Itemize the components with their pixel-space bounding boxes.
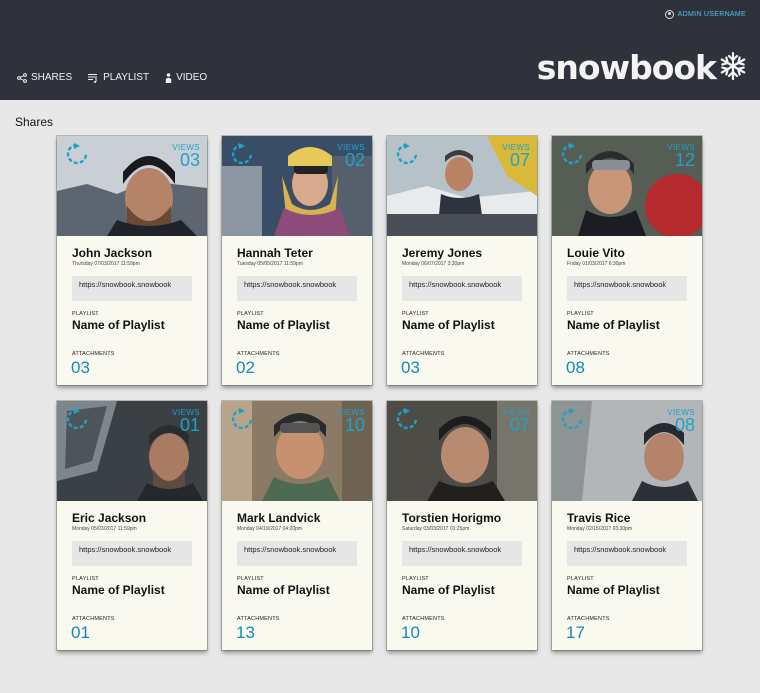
share-card[interactable]: VIEWS 08 Travis Rice Monday 02/15/2017 0…: [552, 401, 702, 650]
share-date: Monday 06/07/2017 3:30pm: [402, 261, 465, 267]
playlist-label: PLAYLIST: [72, 576, 99, 582]
playlist-name[interactable]: Name of Playlist: [237, 318, 330, 332]
admin-username: ADMIN USERNAME: [677, 11, 746, 18]
user-icon: [664, 10, 674, 19]
attachments-count: 17: [566, 623, 585, 642]
views-count: 02: [344, 150, 365, 170]
nav-playlist[interactable]: PLAYLIST: [88, 72, 149, 83]
attachments-count: 03: [71, 358, 90, 377]
nav-shares-label: SHARES: [31, 72, 73, 83]
playlist-name[interactable]: Name of Playlist: [402, 583, 495, 597]
attachments-label: ATTACHMENTS: [237, 351, 280, 357]
attachments-label: ATTACHMENTS: [567, 351, 610, 357]
playlist-label: PLAYLIST: [237, 311, 264, 317]
playlist-icon: [88, 73, 99, 83]
athlete-name: Eric Jackson: [72, 511, 147, 525]
nav-video-label: VIDEO: [176, 72, 208, 83]
share-card[interactable]: VIEWS 10 Mark Landvick Monday 04/19/2017…: [222, 401, 372, 650]
share-url-field[interactable]: https://snowbook.snowbook: [237, 276, 357, 301]
share-url-field[interactable]: https://snowbook.snowbook: [567, 541, 687, 566]
views-count: 10: [344, 415, 365, 435]
refresh-icon[interactable]: [66, 408, 88, 435]
playlist-label: PLAYLIST: [567, 576, 594, 582]
athlete-name: Travis Rice: [567, 511, 631, 525]
attachments-label: ATTACHMENTS: [402, 616, 445, 622]
playlist-name[interactable]: Name of Playlist: [237, 583, 330, 597]
share-card[interactable]: VIEWS 07 Jeremy Jones Monday 06/07/2017 …: [387, 136, 537, 385]
share-date: Saturday 03/03/2017 01:25pm: [402, 526, 470, 532]
share-card[interactable]: VIEWS 02 Hannah Teter Tuesday 05/05/2017…: [222, 136, 372, 385]
views-count: 01: [179, 415, 200, 435]
nav-video[interactable]: VIDEO: [165, 72, 207, 83]
refresh-icon[interactable]: [231, 143, 253, 170]
attachments-count: 03: [401, 358, 420, 377]
attachments-count: 01: [71, 623, 90, 642]
attachments-count: 08: [566, 358, 585, 377]
athlete-name: Torstien Horigmo: [402, 511, 502, 525]
attachments-count: 02: [236, 358, 255, 377]
shares-grid: VIEWS 03 John Jackson Thursday 07/03/201…: [57, 136, 702, 650]
top-bar: ADMIN USERNAME SHARES PLAYLIST VIDEO sno…: [0, 0, 760, 100]
refresh-icon[interactable]: [231, 408, 253, 435]
views-count: 07: [509, 415, 530, 435]
playlist-name[interactable]: Name of Playlist: [567, 318, 660, 332]
playlist-label: PLAYLIST: [567, 311, 594, 317]
attachments-label: ATTACHMENTS: [402, 351, 445, 357]
attachments-label: ATTACHMENTS: [72, 351, 115, 357]
playlist-label: PLAYLIST: [72, 311, 99, 317]
share-url-field[interactable]: https://snowbook.snowbook: [567, 276, 687, 301]
share-card[interactable]: VIEWS 12 Louie Vito Friday 01/03/2017 6:…: [552, 136, 702, 385]
views-count: 07: [509, 150, 530, 170]
nav-shares[interactable]: SHARES: [17, 72, 72, 83]
playlist-name[interactable]: Name of Playlist: [72, 318, 165, 332]
logo-text: snowbook: [536, 48, 717, 87]
athlete-name: Hannah Teter: [237, 246, 313, 260]
share-url-field[interactable]: https://snowbook.snowbook: [237, 541, 357, 566]
attachments-label: ATTACHMENTS: [567, 616, 610, 622]
views-count: 03: [179, 150, 200, 170]
nav-playlist-label: PLAYLIST: [103, 72, 150, 83]
playlist-label: PLAYLIST: [237, 576, 264, 582]
playlist-name[interactable]: Name of Playlist: [72, 583, 165, 597]
person-icon: [165, 72, 172, 83]
views-count: 08: [674, 415, 695, 435]
attachments-label: ATTACHMENTS: [237, 616, 280, 622]
attachments-count: 13: [236, 623, 255, 642]
refresh-icon[interactable]: [561, 408, 583, 435]
athlete-name: Mark Landvick: [237, 511, 321, 525]
admin-user-menu[interactable]: ADMIN USERNAME: [664, 10, 746, 19]
page-title: Shares: [15, 115, 54, 129]
share-url-field[interactable]: https://snowbook.snowbook: [72, 541, 192, 566]
refresh-icon[interactable]: [396, 408, 418, 435]
refresh-icon[interactable]: [396, 143, 418, 170]
share-date: Tuesday 05/05/2017 11:59pm: [237, 261, 303, 267]
views-count: 12: [674, 150, 695, 170]
main-nav: SHARES PLAYLIST VIDEO: [17, 72, 207, 83]
playlist-name[interactable]: Name of Playlist: [567, 583, 660, 597]
snowflake-icon: [718, 51, 748, 86]
athlete-name: Jeremy Jones: [402, 246, 483, 260]
playlist-label: PLAYLIST: [402, 311, 429, 317]
snowbook-logo[interactable]: snowbook: [537, 50, 748, 86]
share-card[interactable]: VIEWS 03 John Jackson Thursday 07/03/201…: [57, 136, 207, 385]
share-date: Monday 04/19/2017 04:20pm: [237, 526, 303, 532]
refresh-icon[interactable]: [561, 143, 583, 170]
playlist-label: PLAYLIST: [402, 576, 429, 582]
share-date: Thursday 07/03/2017 11:59pm: [72, 261, 140, 267]
athlete-name: John Jackson: [72, 246, 153, 260]
refresh-icon[interactable]: [66, 143, 88, 170]
playlist-name[interactable]: Name of Playlist: [402, 318, 495, 332]
share-date: Friday 01/03/2017 6:30pm: [567, 261, 626, 267]
share-url-field[interactable]: https://snowbook.snowbook: [402, 276, 522, 301]
share-icon: [17, 72, 27, 83]
attachments-count: 10: [401, 623, 420, 642]
attachments-label: ATTACHMENTS: [72, 616, 115, 622]
share-card[interactable]: VIEWS 01 Eric Jackson Monday 05/03/2017 …: [57, 401, 207, 650]
athlete-name: Louie Vito: [567, 246, 625, 260]
share-url-field[interactable]: https://snowbook.snowbook: [402, 541, 522, 566]
share-date: Monday 02/15/2017 03:30pm: [567, 526, 633, 532]
share-date: Monday 05/03/2017 11:59pm: [72, 526, 137, 532]
share-url-field[interactable]: https://snowbook.snowbook: [72, 276, 192, 301]
share-card[interactable]: VIEWS 07 Torstien Horigmo Saturday 03/03…: [387, 401, 537, 650]
